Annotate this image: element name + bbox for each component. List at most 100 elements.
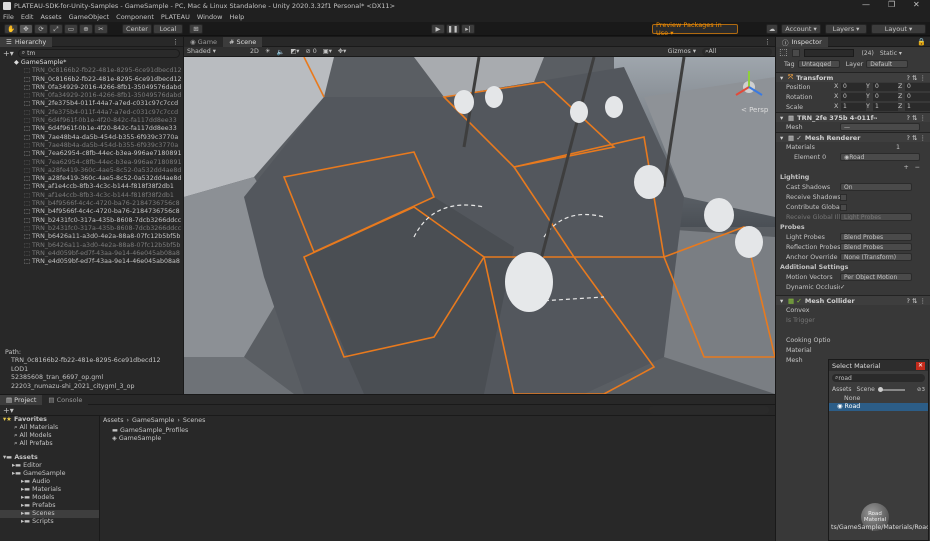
pivot-center-button[interactable]: Center — [122, 24, 152, 34]
favorite-item[interactable]: ⌕ All Models — [0, 432, 99, 440]
remove-element-button[interactable]: − — [915, 164, 920, 171]
lighting-dropdown[interactable]: Light Probes — [840, 213, 912, 221]
hierarchy-item[interactable]: ⬚ TRN_e4d059bf-ed7f-43aa-9e14-46e045ab08… — [0, 258, 183, 266]
motion-vectors-dropdown[interactable]: Per Object Motion — [840, 273, 912, 281]
camera-icon[interactable]: ▣▾ — [323, 48, 332, 55]
maximize-icon[interactable]: ❐ — [888, 0, 895, 9]
account-dropdown[interactable]: Account ▾ — [781, 24, 821, 34]
menu-file[interactable]: File — [3, 13, 14, 21]
hierarchy-item[interactable]: ⬚ TRN_b4f9566f-4c4c-4720-ba76-2184736756… — [0, 208, 183, 216]
hierarchy-item[interactable]: ⬚ TRN_b6426a11-a3d0-4e2a-88a8-07fc12b5bf… — [0, 233, 183, 241]
z-field[interactable]: Z0 — [898, 93, 930, 101]
hand-tool-icon[interactable]: ✋ — [4, 24, 18, 34]
static-dropdown[interactable]: Static ▾ — [880, 50, 902, 57]
collider-row[interactable] — [776, 325, 930, 335]
hierarchy-item[interactable]: ⬚ TRN_2fe375b4-011f-44a7-a7ed-c031c97c7c… — [0, 100, 183, 108]
tree-folder-item[interactable]: ▸▬ GameSample — [0, 470, 99, 478]
audio-toggle-icon[interactable]: 🔈 — [277, 48, 285, 56]
popup-item-road[interactable]: ◉ Road — [829, 403, 928, 411]
create-asset-button[interactable]: +▾ — [3, 406, 14, 415]
hierarchy-item[interactable]: ⬚ TRN_7ae48b4a-da5b-454d-b355-6f939c3770… — [0, 142, 183, 150]
move-tool-icon[interactable]: ✥ — [19, 24, 33, 34]
active-checkbox[interactable] — [791, 49, 800, 57]
2d-toggle[interactable]: 2D — [250, 48, 259, 55]
lock-icon[interactable]: 🔒 — [917, 38, 926, 46]
project-search-input[interactable] — [649, 406, 769, 414]
additional-settings-section[interactable]: Additional Settings — [776, 262, 930, 272]
hierarchy-item[interactable]: ⬚ TRN_6d4f961f-0b1e-4f20-842c-fa117dd8ee… — [0, 117, 183, 125]
tree-folder-item[interactable]: ▸▬ Models — [0, 494, 99, 502]
shading-dropdown[interactable]: Shaded ▾ — [184, 48, 244, 55]
gizmos-dropdown[interactable]: Gizmos ▾ — [668, 48, 696, 55]
scene-menu-icon[interactable]: ⋮ — [764, 38, 771, 46]
component-menu-icon[interactable]: ? ⇅ ⋮ — [906, 134, 926, 142]
tab-scene[interactable]: Scene — [857, 386, 875, 393]
lighting-section[interactable]: Lighting — [776, 172, 930, 182]
popup-search-input[interactable]: ⌕ road — [832, 374, 925, 382]
lighting-toggle-icon[interactable]: ☀ — [265, 48, 271, 55]
play-button[interactable]: ▶ — [431, 24, 445, 34]
breadcrumb-item[interactable]: Assets — [103, 417, 124, 424]
tree-folder-item[interactable]: ▸▬ Editor — [0, 462, 99, 470]
probes-section[interactable]: Probes — [776, 222, 930, 232]
hierarchy-item[interactable]: ⬚ TRN_b6426a11-a3d0-4e2a-88a8-07fc12b5bf… — [0, 242, 183, 250]
tab-assets[interactable]: Assets — [832, 386, 852, 393]
scene-viewport[interactable]: < Persp — [184, 57, 775, 394]
hierarchy-item[interactable]: ⬚ TRN_a28fe419-360c-4ae5-8c52-0a532dd4ae… — [0, 167, 183, 175]
tab-hierarchy[interactable]: ☰ Hierarchy — [0, 36, 53, 47]
hierarchy-item[interactable]: ⬚ TRN_0fa34929-2016-4266-8fb1-35049576da… — [0, 84, 183, 92]
tool-icon[interactable]: ✥▾ — [338, 48, 346, 55]
y-field[interactable]: Y0 — [866, 83, 898, 91]
hierarchy-item[interactable]: ⬚ TRN_0c8166b2-fb22-481e-8295-6ce91dbecd… — [0, 67, 183, 75]
tree-folder-item[interactable]: ▸▬ Scripts — [0, 518, 99, 526]
scene-root-item[interactable]: ◆ GameSample* — [0, 59, 183, 67]
file-item[interactable]: ▬ GameSample_Profiles — [112, 427, 188, 435]
hierarchy-item[interactable]: ⬚ TRN_b2431fc0-317a-435b-8608-7dcb3266dd… — [0, 225, 183, 233]
assets-root-item[interactable]: ▾▬ Assets — [0, 454, 99, 462]
z-field[interactable]: Z0 — [898, 83, 930, 91]
layout-dropdown[interactable]: Layout ▾ — [871, 24, 926, 34]
tree-folder-item[interactable]: ▸▬ Scenes — [0, 510, 99, 518]
favorite-item[interactable]: ⌕ All Materials — [0, 424, 99, 432]
tab-console[interactable]: ▤ Console — [42, 394, 89, 405]
popup-zoom-slider[interactable] — [877, 386, 905, 392]
component-menu-icon[interactable]: ? ⇅ ⋮ — [906, 114, 926, 122]
hierarchy-item[interactable]: ⬚ TRN_e4d059bf-ed7f-43aa-9e14-46e045ab08… — [0, 250, 183, 258]
hierarchy-item[interactable]: ⬚ TRN_7ae48b4a-da5b-454d-b355-6f939c3770… — [0, 134, 183, 142]
add-element-button[interactable]: + — [903, 164, 908, 171]
y-field[interactable]: Y1 — [866, 103, 898, 111]
layers-dropdown[interactable]: Layers ▾ — [825, 24, 867, 34]
hierarchy-item[interactable]: ⬚ TRN_0c8166b2-fb22-481e-8295-6ce91dbecd… — [0, 76, 183, 84]
hierarchy-item[interactable]: ⬚ TRN_af1e4ccb-8fb3-4c3c-b144-f818f38f2d… — [0, 192, 183, 200]
collider-row[interactable]: Convex — [776, 305, 930, 315]
menu-plateau[interactable]: PLATEAU — [161, 13, 190, 21]
menu-help[interactable]: Help — [229, 13, 244, 21]
collider-row[interactable]: Cooking Optio — [776, 335, 930, 345]
probe-dropdown[interactable]: Blend Probes — [840, 233, 912, 241]
close-icon[interactable]: ✕ — [913, 0, 920, 9]
collider-row[interactable]: Material — [776, 345, 930, 355]
custom-tool-icon[interactable]: ✂ — [94, 24, 108, 34]
z-field[interactable]: Z1 — [898, 103, 930, 111]
lighting-checkbox[interactable] — [840, 193, 847, 201]
transform-tool-icon[interactable]: ⊕ — [79, 24, 93, 34]
probe-dropdown[interactable]: Blend Probes — [840, 243, 912, 251]
menu-component[interactable]: Component — [116, 13, 154, 21]
hierarchy-item[interactable]: ⬚ TRN_a28fe419-360c-4ae5-8c52-0a532dd4ae… — [0, 175, 183, 183]
hierarchy-item[interactable]: ⬚ TRN_6d4f961f-0b1e-4f20-842c-fa117dd8ee… — [0, 125, 183, 133]
mesh-renderer-header[interactable]: ▾ ▦ ✓ Mesh Renderer ? ⇅ ⋮ — [776, 132, 930, 142]
breadcrumb-item[interactable]: GameSample — [132, 417, 174, 424]
effects-toggle-icon[interactable]: ◩▾ — [290, 48, 299, 55]
favorite-item[interactable]: ⌕ All Prefabs — [0, 440, 99, 448]
hierarchy-item[interactable]: ⬚ TRN_af1e4ccb-8fb3-4c3c-b144-f818f38f2d… — [0, 183, 183, 191]
menu-gameobject[interactable]: GameObject — [69, 13, 110, 21]
component-menu-icon[interactable]: ? ⇅ ⋮ — [906, 74, 926, 82]
pause-button[interactable]: ❚❚ — [446, 24, 460, 34]
grid-snap-icon[interactable]: ⊞ — [189, 24, 203, 34]
materials-row[interactable]: Materials 1 — [776, 142, 930, 152]
dynamic-occlusion-checkbox[interactable]: ✓ — [840, 284, 845, 291]
popup-item-none[interactable]: None — [829, 395, 928, 403]
step-button[interactable]: ▸| — [461, 24, 475, 34]
hierarchy-item[interactable]: ⬚ TRN_0fa34929-2016-4266-8fb1-35049576da… — [0, 92, 183, 100]
tab-project[interactable]: ▤ Project — [0, 394, 43, 405]
